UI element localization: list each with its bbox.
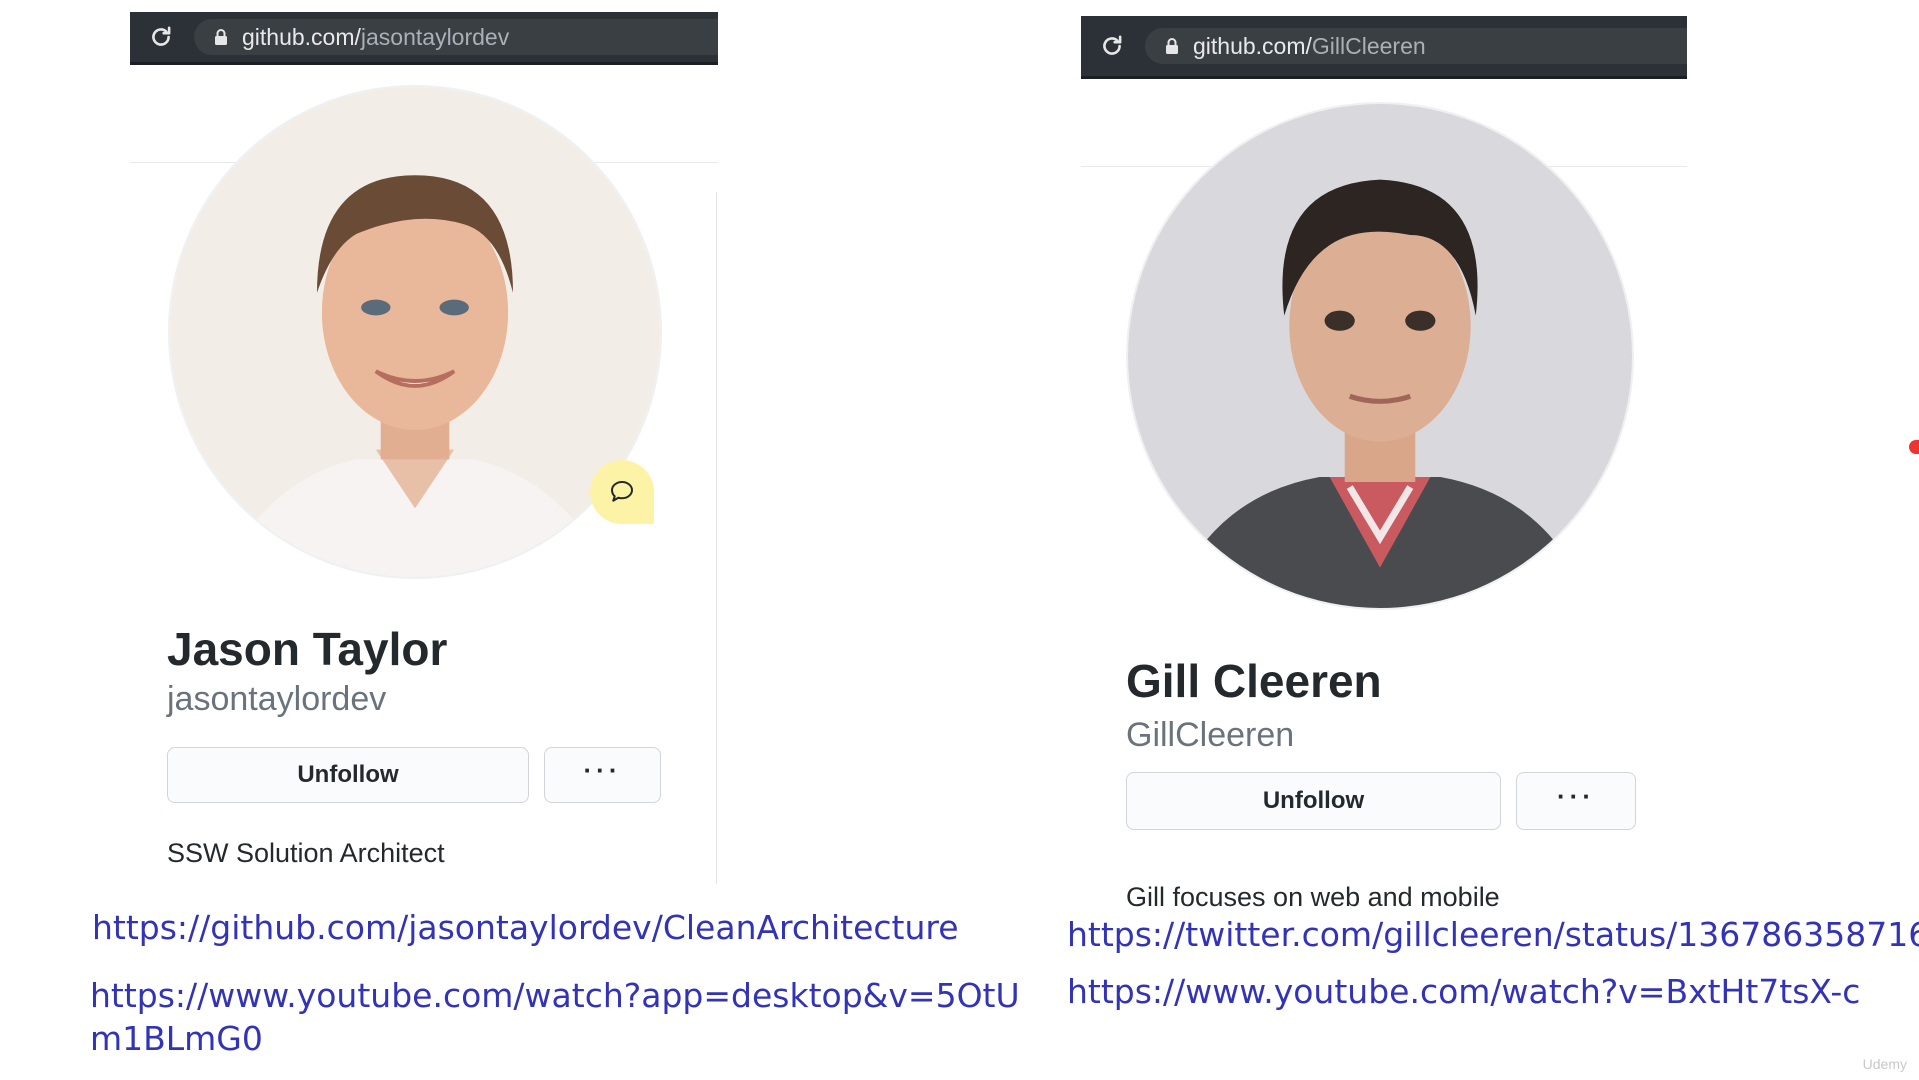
address-bar: github.com/jasontaylordev (130, 12, 718, 65)
more-options-button[interactable]: ··· (544, 747, 661, 803)
avatar[interactable] (1126, 102, 1634, 610)
url-path: GillCleeren (1311, 32, 1426, 59)
link-youtube-gill[interactable]: https://www.youtube.com/watch?v=BxtHt7ts… (1067, 970, 1860, 1013)
more-options-button[interactable]: ··· (1516, 772, 1636, 830)
unfollow-button[interactable]: Unfollow (167, 747, 529, 803)
profile-card-gill: github.com/GillCleeren Gill Cleeren Gill… (1081, 16, 1687, 912)
avatar-photo (170, 87, 660, 577)
url-domain: github.com/ (242, 23, 361, 50)
link-clean-architecture-repo[interactable]: https://github.com/jasontaylordev/CleanA… (92, 906, 959, 949)
reload-icon[interactable] (1099, 33, 1125, 59)
link-youtube-jason[interactable]: https://www.youtube.com/watch?app=deskto… (90, 974, 1020, 1060)
column-divider (716, 192, 717, 884)
lock-icon (1166, 38, 1178, 54)
profile-card-jason: github.com/jasontaylordev Jason Taylor j… (130, 12, 718, 884)
reload-icon[interactable] (148, 24, 174, 50)
more-label: ··· (1557, 780, 1595, 811)
url-domain: github.com/ (1193, 32, 1312, 59)
link-twitter-gill[interactable]: https://twitter.com/gillcleeren/status/1… (1067, 913, 1919, 956)
status-button[interactable] (590, 460, 654, 524)
address-bar: github.com/GillCleeren (1081, 16, 1687, 79)
avatar[interactable] (168, 85, 662, 579)
url-field[interactable]: github.com/GillCleeren (1145, 28, 1687, 64)
bio: Gill focuses on web and mobile (1126, 882, 1500, 912)
url-text: github.com/GillCleeren (1193, 33, 1426, 60)
bio: SSW Solution Architect (167, 838, 445, 868)
avatar-photo (1128, 104, 1632, 608)
url-path: jasontaylordev (360, 23, 510, 50)
speech-bubble-icon (611, 481, 633, 502)
url-text: github.com/jasontaylordev (242, 24, 509, 51)
unfollow-button[interactable]: Unfollow (1126, 772, 1501, 830)
full-name: Gill Cleeren (1126, 655, 1382, 707)
pointer-indicator (1909, 440, 1919, 454)
lock-icon (215, 29, 227, 45)
full-name: Jason Taylor (167, 623, 448, 675)
more-label: ··· (583, 754, 622, 785)
username: GillCleeren (1126, 716, 1295, 754)
url-field[interactable]: github.com/jasontaylordev (194, 19, 718, 55)
udemy-watermark: Udemy (1862, 1056, 1907, 1072)
username: jasontaylordev (167, 680, 387, 718)
